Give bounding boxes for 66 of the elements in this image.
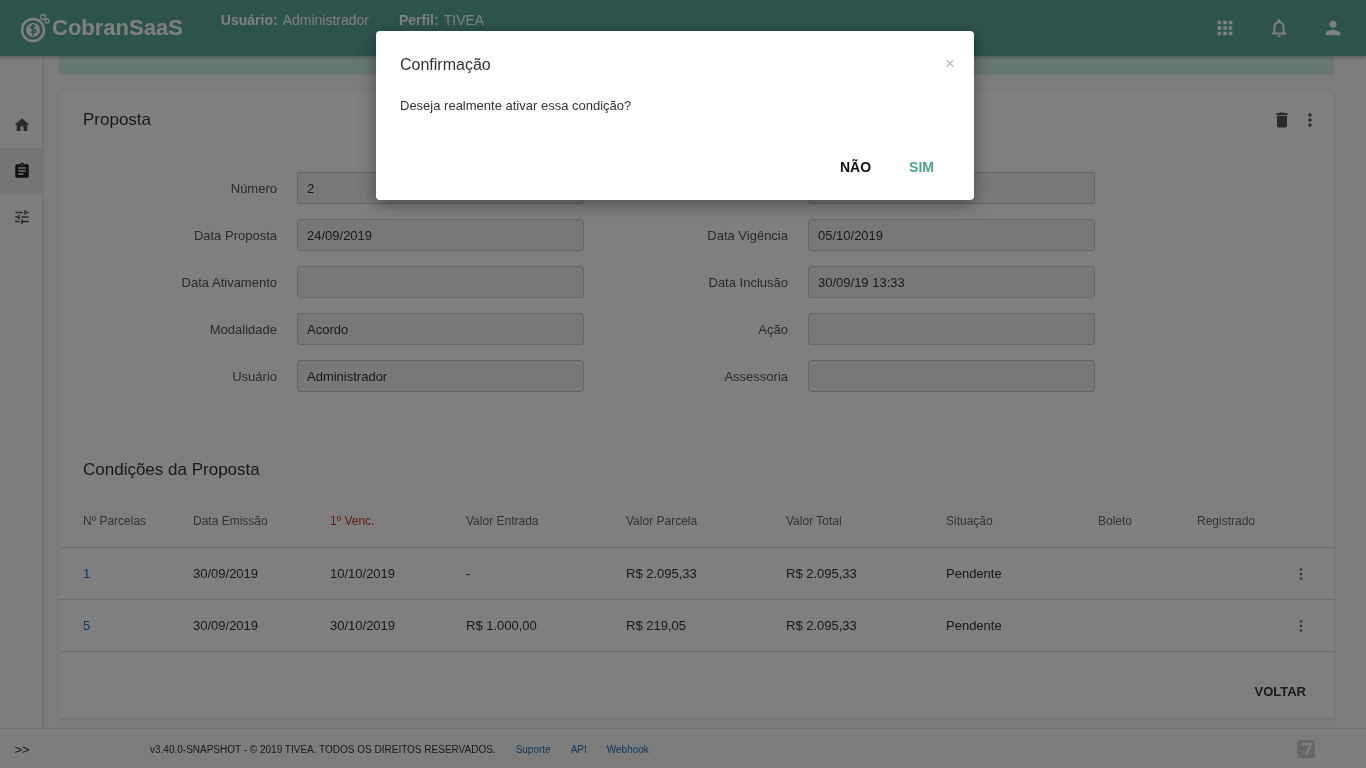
table-cell: 30/10/2019 <box>330 618 396 633</box>
cancel-button[interactable]: NÃO <box>832 153 880 181</box>
brand-name: CobranSaaS <box>52 15 183 41</box>
text-field[interactable]: Administrador <box>297 360 584 392</box>
field-label: Data Vigência <box>706 227 788 243</box>
row-link[interactable]: 1 <box>83 566 91 581</box>
table-cell: Pendente <box>946 618 1002 633</box>
footer-link[interactable]: Webhook <box>606 743 649 755</box>
column-header[interactable]: 1º Venc. <box>330 494 466 548</box>
logo-icon <box>1296 739 1316 759</box>
field-label: Data Inclusão <box>707 274 788 290</box>
clipboard-icon <box>13 162 31 180</box>
text-field[interactable]: 24/09/2019 <box>297 219 584 251</box>
field-label: Modalidade <box>208 321 277 337</box>
text-field[interactable]: 05/10/2019 <box>808 219 1095 251</box>
table-cell: R$ 1.000,00 <box>466 618 537 633</box>
table-cell: 10/10/2019 <box>330 566 396 581</box>
confirm-button[interactable]: SIM <box>901 153 942 181</box>
profile-label: Perfil: <box>399 12 439 28</box>
column-header[interactable]: Situação <box>946 494 1098 548</box>
table-cell: 30/09/2019 <box>193 566 259 581</box>
section-title: Condições da Proposta <box>83 460 261 480</box>
table-cell: - <box>466 566 471 581</box>
sidebar-item[interactable] <box>0 148 44 194</box>
field-label: Número <box>229 180 277 196</box>
user-name: Administrador <box>282 12 369 28</box>
card-title: Proposta <box>83 110 152 130</box>
close-button[interactable]: × <box>945 55 955 72</box>
home-icon <box>13 116 31 134</box>
row-menu-button[interactable] <box>1297 617 1305 634</box>
footer-link[interactable]: Suporte <box>515 743 551 755</box>
profile-name: TIVEA <box>443 12 485 28</box>
logo-icon <box>20 13 50 43</box>
field-label: Usuário <box>231 368 277 384</box>
footer-link[interactable]: API <box>570 743 587 755</box>
field-label: Data Proposta <box>192 227 277 243</box>
table-cell: R$ 2.095,33 <box>786 566 857 581</box>
table-cell: R$ 2.095,33 <box>626 566 697 581</box>
text-field[interactable] <box>297 266 584 298</box>
column-header[interactable]: Valor Total <box>786 494 946 548</box>
column-header[interactable]: Nº Parcelas <box>59 494 193 548</box>
column-header[interactable]: Boleto <box>1098 494 1197 548</box>
table-cell: Pendente <box>946 566 1002 581</box>
row-menu-button[interactable] <box>1297 565 1305 582</box>
row-link[interactable]: 5 <box>83 618 91 633</box>
sliders-icon <box>13 208 31 226</box>
column-header[interactable]: Valor Entrada <box>466 494 626 548</box>
table-cell: R$ 2.095,33 <box>786 618 857 633</box>
expand-sidebar-button[interactable]: >> <box>0 741 44 757</box>
user-label: Usuário: <box>220 12 278 28</box>
column-header[interactable]: Data Emissão <box>193 494 330 548</box>
field-label: Data Ativamento <box>180 274 277 290</box>
text-field[interactable]: 30/09/19 13:33 <box>808 266 1095 298</box>
column-header[interactable]: Valor Parcela <box>626 494 786 548</box>
copyright-text: v3.40.0-SNAPSHOT - © 2019 TIVEA. TODOS OS DIREITOS RESERVADOS. <box>150 743 496 755</box>
column-header[interactable]: Registrado <box>1197 494 1297 548</box>
table-cell: R$ 219,05 <box>626 618 686 633</box>
table-cell: 30/09/2019 <box>193 618 259 633</box>
text-field[interactable] <box>808 360 1095 392</box>
dialog-title: Confirmação <box>400 56 491 74</box>
text-field[interactable]: Acordo <box>297 313 584 345</box>
text-field[interactable] <box>808 313 1095 345</box>
dialog-message: Deseja realmente ativar essa condição? <box>400 98 633 113</box>
back-button[interactable]: VOLTAR <box>1246 678 1314 705</box>
field-label: Assessoria <box>723 368 788 384</box>
field-label: Ação <box>757 321 788 337</box>
